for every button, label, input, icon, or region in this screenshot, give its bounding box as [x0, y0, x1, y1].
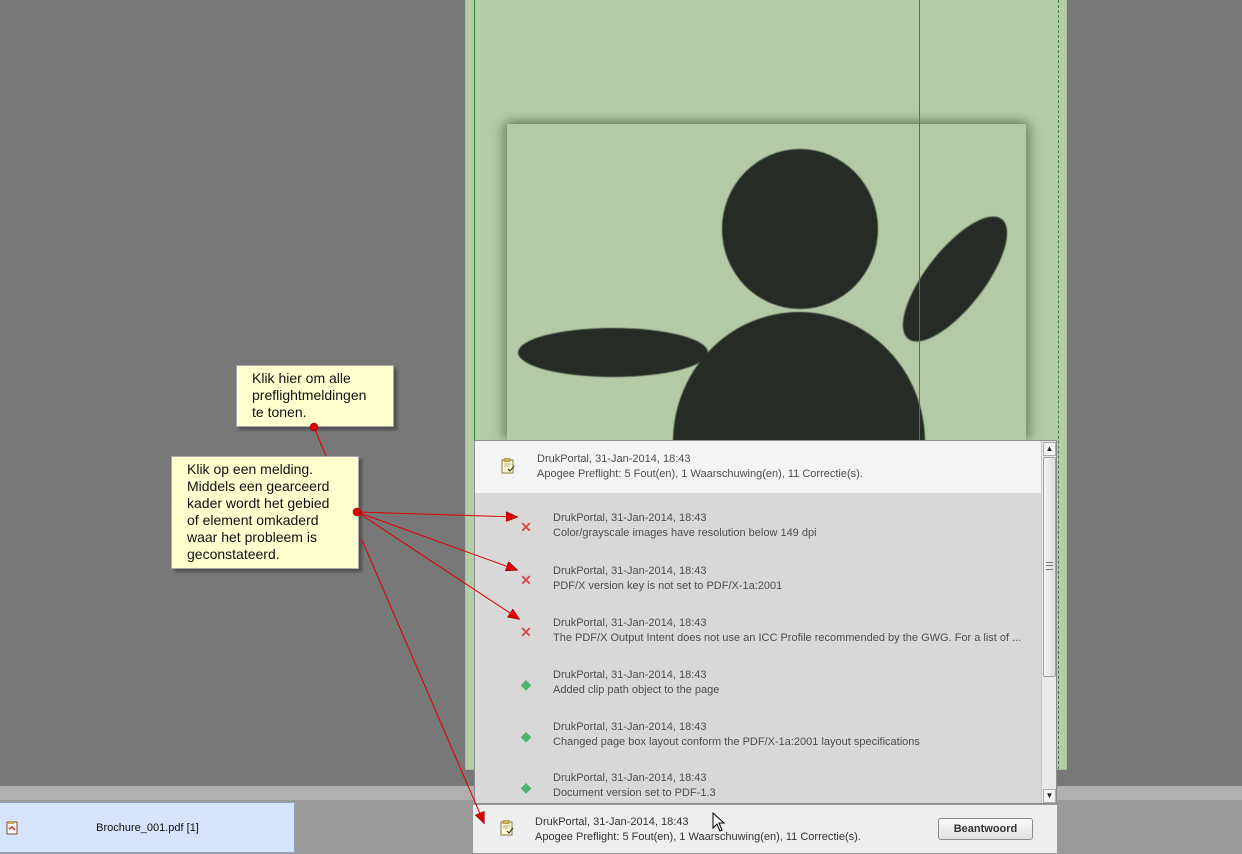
note-line: kader wordt het gebied — [187, 495, 330, 511]
panel-scrollbar[interactable]: ▲ ▼ — [1041, 441, 1056, 803]
message-item[interactable]: ◆ DrukPortal, 31-Jan-2014, 18:43 Added c… — [475, 657, 1041, 709]
error-x-icon: ✕ — [520, 519, 532, 535]
panel-summary-source: DrukPortal, 31-Jan-2014, 18:43 — [537, 453, 691, 465]
page-artwork — [507, 124, 1026, 440]
note-line: Klik op een melding. — [187, 461, 314, 477]
correction-diamond-icon: ◆ — [520, 676, 532, 692]
message-item[interactable]: ◆ DrukPortal, 31-Jan-2014, 18:43 Documen… — [475, 760, 1041, 803]
reply-button[interactable]: Beantwoord — [938, 818, 1033, 840]
mouse-cursor-icon — [712, 812, 726, 832]
note-line: Klik hier om alle — [252, 370, 351, 386]
artwork-head — [722, 149, 878, 309]
note-line: te tonen. — [252, 404, 307, 420]
message-source: DrukPortal, 31-Jan-2014, 18:43 — [553, 565, 707, 577]
message-text: Changed page box layout conform the PDF/… — [553, 736, 920, 748]
message-source: DrukPortal, 31-Jan-2014, 18:43 — [553, 669, 707, 681]
message-text: Added clip path object to the page — [553, 684, 720, 696]
note-line: waar het probleem is — [187, 529, 317, 545]
note-line: geconstateerd. — [187, 546, 280, 562]
scroll-thumb[interactable] — [1043, 457, 1056, 677]
document-tab[interactable]: Brochure_001.pdf [1] — [0, 802, 295, 853]
message-source: DrukPortal, 31-Jan-2014, 18:43 — [553, 772, 707, 784]
message-text: The PDF/X Output Intent does not use an … — [553, 632, 1022, 644]
artwork-left-arm — [518, 328, 708, 377]
grip-icon — [1046, 562, 1053, 570]
arrow-line — [313, 426, 327, 457]
callout-note-show-all: Klik hier om alle preflightmeldingen te … — [236, 365, 394, 427]
error-x-icon: ✕ — [520, 572, 532, 588]
callout-note-click-message: Klik op een melding. Middels een gearcee… — [171, 456, 359, 569]
document-tab-label: Brochure_001.pdf [1] — [96, 822, 199, 834]
preflight-messages-panel: DrukPortal, 31-Jan-2014, 18:43 Apogee Pr… — [474, 440, 1057, 804]
notification-summary: Apogee Preflight: 5 Fout(en), 1 Waarschu… — [535, 831, 861, 843]
note-line: preflightmeldingen — [252, 387, 367, 403]
error-x-icon: ✕ — [520, 624, 532, 640]
artwork-body — [673, 312, 925, 440]
message-source: DrukPortal, 31-Jan-2014, 18:43 — [553, 617, 707, 629]
message-item[interactable]: ✕ DrukPortal, 31-Jan-2014, 18:43 PDF/X v… — [475, 553, 1041, 605]
message-source: DrukPortal, 31-Jan-2014, 18:43 — [553, 721, 707, 733]
correction-diamond-icon: ◆ — [520, 779, 532, 795]
notification-source: DrukPortal, 31-Jan-2014, 18:43 — [535, 816, 689, 828]
scroll-down-button[interactable]: ▼ — [1043, 789, 1056, 803]
panel-summary-text: Apogee Preflight: 5 Fout(en), 1 Waarschu… — [537, 468, 863, 480]
message-text: Color/grayscale images have resolution b… — [553, 527, 817, 539]
artwork-right-arm — [885, 201, 1025, 357]
panel-summary-row[interactable]: DrukPortal, 31-Jan-2014, 18:43 Apogee Pr… — [475, 441, 1041, 493]
message-text: PDF/X version key is not set to PDF/X-1a… — [553, 580, 783, 592]
note-line: Middels een gearceerd — [187, 478, 330, 494]
message-item[interactable]: ◆ DrukPortal, 31-Jan-2014, 18:43 Changed… — [475, 709, 1041, 761]
document-check-icon — [500, 820, 514, 836]
message-source: DrukPortal, 31-Jan-2014, 18:43 — [553, 512, 707, 524]
guide-line-middle — [919, 0, 920, 440]
message-item[interactable]: ✕ DrukPortal, 31-Jan-2014, 18:43 The PDF… — [475, 605, 1041, 657]
guide-line-right-dashed — [1058, 0, 1059, 769]
message-text: Document version set to PDF-1.3 — [553, 787, 716, 799]
message-item[interactable]: ✕ DrukPortal, 31-Jan-2014, 18:43 Color/g… — [475, 500, 1041, 552]
scroll-up-button[interactable]: ▲ — [1043, 442, 1056, 456]
notification-bar[interactable]: DrukPortal, 31-Jan-2014, 18:43 Apogee Pr… — [472, 804, 1058, 854]
note-line: of element omkaderd — [187, 512, 319, 528]
document-check-icon — [501, 458, 515, 474]
correction-diamond-icon: ◆ — [520, 728, 532, 744]
